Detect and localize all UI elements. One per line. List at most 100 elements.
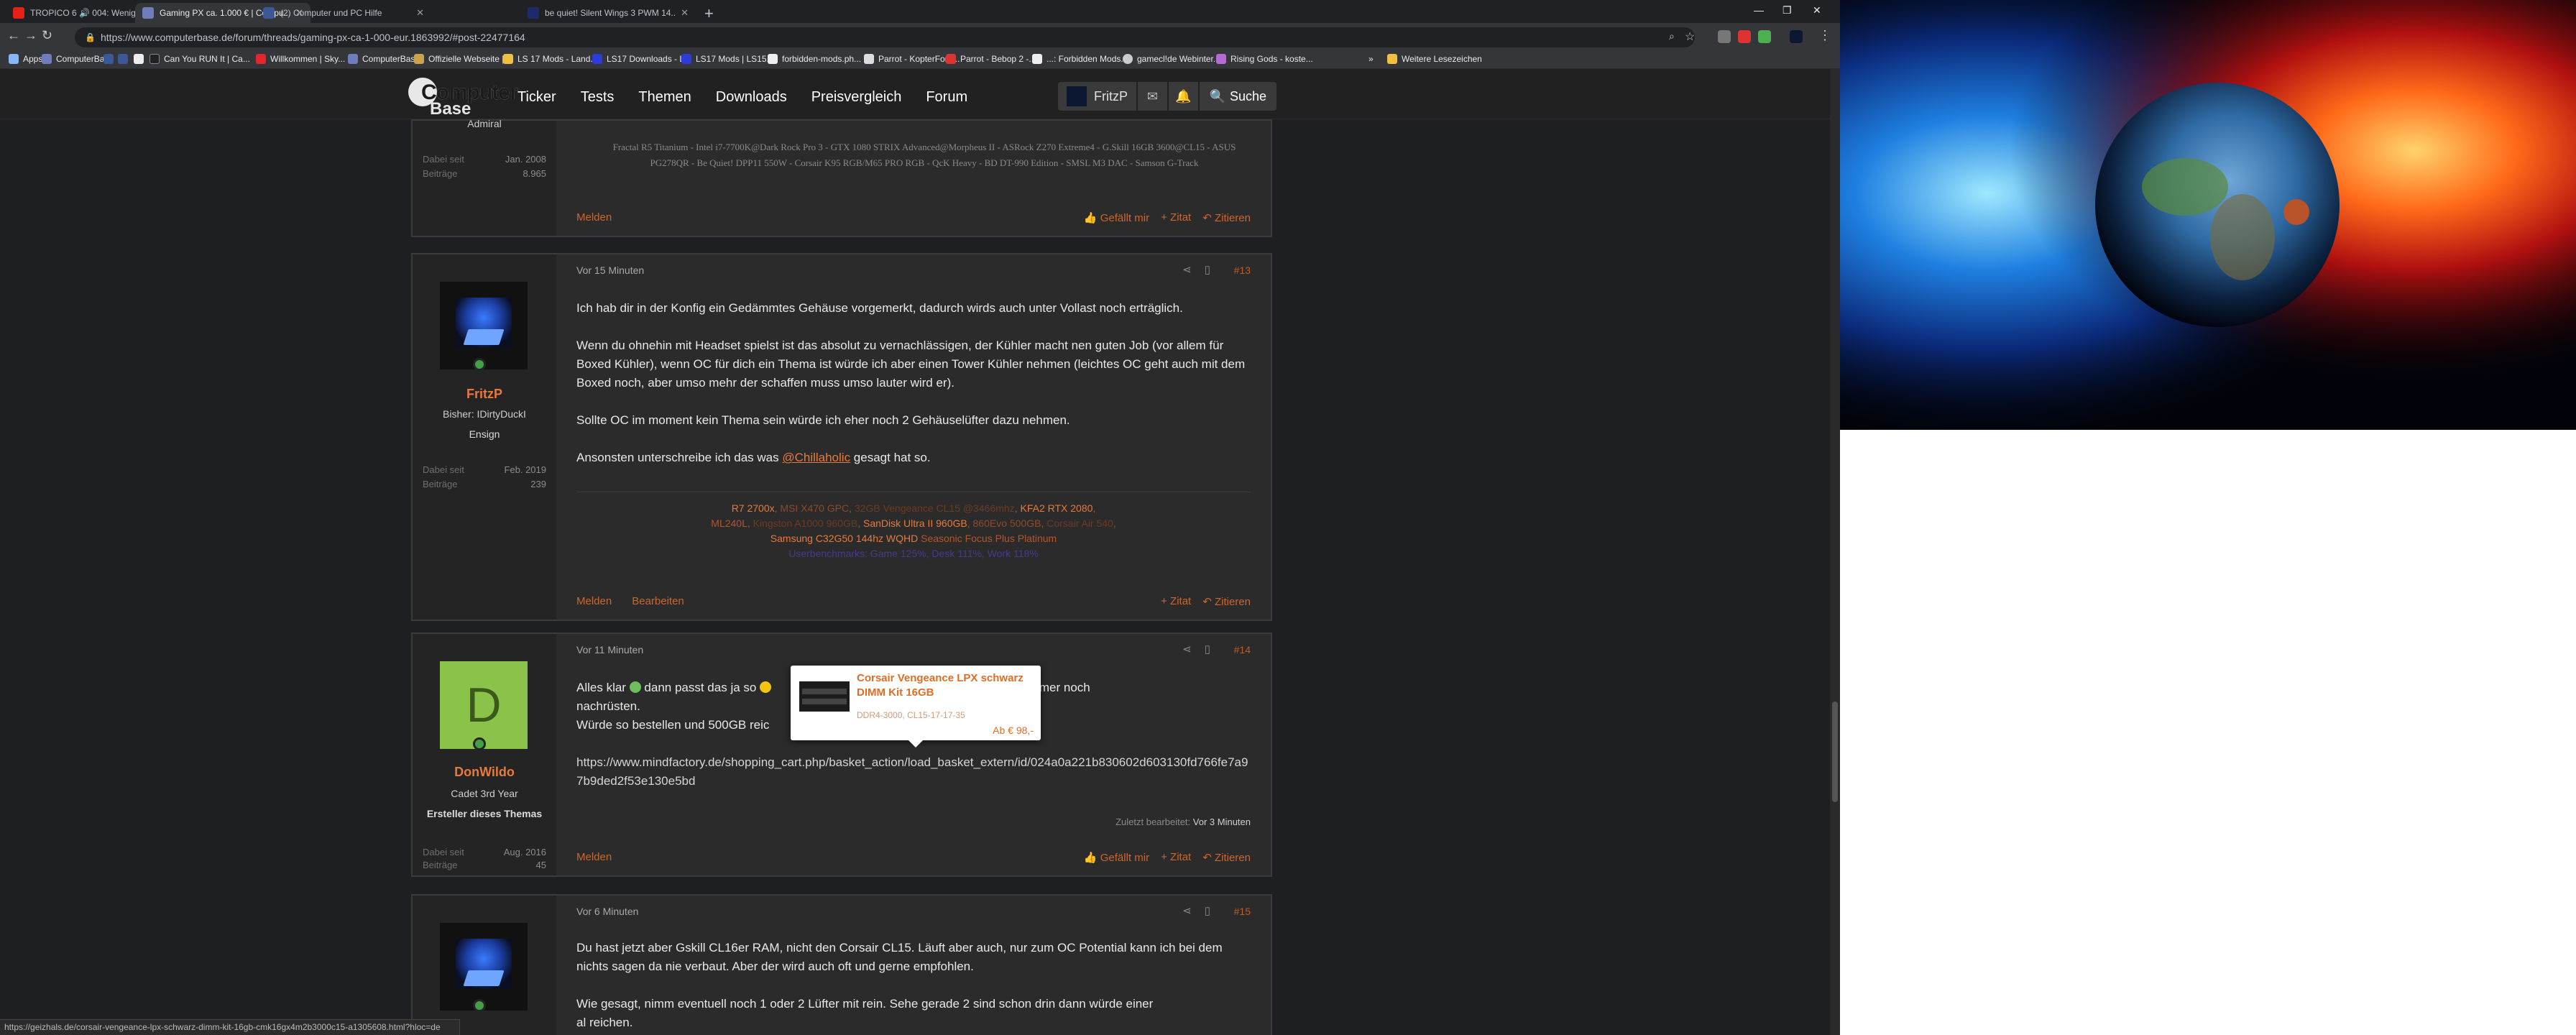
product-tooltip[interactable]: Corsair Vengeance LPX schwarz DIMM Kit 1… bbox=[791, 666, 1041, 748]
post-time[interactable]: Vor 11 Minuten bbox=[576, 644, 643, 656]
mail-icon[interactable]: ✉ bbox=[1138, 82, 1167, 111]
signature-part[interactable]: Seasonic Focus Plus Platinum bbox=[921, 533, 1057, 544]
nav-downloads[interactable]: Downloads bbox=[716, 89, 787, 106]
nav-tests[interactable]: Tests bbox=[581, 89, 615, 106]
signature-part[interactable]: , bbox=[857, 518, 863, 529]
post-time[interactable]: Vor 15 Minuten bbox=[576, 264, 644, 276]
scrollbar-thumb[interactable] bbox=[1832, 702, 1838, 802]
avatar[interactable] bbox=[440, 923, 528, 1011]
username[interactable]: FritzP bbox=[413, 387, 556, 402]
close-window-icon[interactable]: ✕ bbox=[1813, 4, 1821, 17]
bookmark[interactable]: LS17 Downloads - L... bbox=[592, 54, 691, 64]
post-time[interactable]: Vor 6 Minuten bbox=[576, 906, 638, 917]
other-bookmarks[interactable]: Weitere Lesezeichen bbox=[1387, 54, 1482, 64]
like-link[interactable]: 👍 Gefällt mir bbox=[1084, 851, 1149, 864]
bookmark[interactable]: ComputerBase bbox=[348, 54, 420, 64]
signature-part[interactable]: , bbox=[1092, 502, 1095, 514]
reload-icon[interactable]: ↻ bbox=[42, 28, 52, 43]
product-title[interactable]: Corsair Vengeance LPX schwarz DIMM Kit 1… bbox=[857, 671, 1035, 700]
bookmark[interactable]: LS17 Mods | LS15... bbox=[681, 54, 774, 64]
nav-ticker[interactable]: Ticker bbox=[518, 89, 556, 106]
bookmark[interactable]: Rising Gods - koste... bbox=[1216, 54, 1313, 64]
report-link[interactable]: Melden bbox=[576, 211, 612, 224]
quote-link[interactable]: + Zitat bbox=[1161, 851, 1191, 864]
new-tab-icon[interactable]: + bbox=[704, 4, 714, 23]
bookmark[interactable]: Parrot - Bebop 2 -... bbox=[946, 54, 1036, 64]
menu-icon[interactable]: ⋮ bbox=[1818, 28, 1831, 43]
share-icon[interactable]: ⋖ bbox=[1182, 904, 1192, 917]
avatar[interactable]: D bbox=[440, 661, 528, 749]
quote-link[interactable]: + Zitat bbox=[1161, 211, 1191, 224]
page-scrollbar[interactable] bbox=[1830, 69, 1840, 1035]
like-link[interactable]: 👍 Gefällt mir bbox=[1084, 211, 1149, 224]
close-icon[interactable]: ✕ bbox=[681, 7, 689, 19]
signature-part[interactable]: 32GB Vengeance CL15 @3466mhz bbox=[855, 502, 1015, 514]
signature-part[interactable]: KFA2 RTX 2080 bbox=[1020, 502, 1092, 514]
share-icon[interactable]: ⋖ bbox=[1182, 263, 1192, 276]
tab-facebook[interactable]: (2) Computer und PC Hilfe ✕ bbox=[256, 3, 431, 23]
search-button[interactable]: 🔍 Suche bbox=[1199, 82, 1276, 111]
reply-quote-link[interactable]: ↶ Zitieren bbox=[1202, 595, 1251, 608]
signature-part[interactable]: 860Evo 500GB bbox=[973, 518, 1041, 529]
reply-quote-link[interactable]: ↶ Zitieren bbox=[1202, 851, 1251, 864]
back-icon[interactable]: ← bbox=[7, 28, 20, 43]
signature-part[interactable]: Kingston A1000 960GB bbox=[753, 518, 858, 529]
bookmark[interactable]: Willkommen | Sky... bbox=[256, 54, 345, 64]
bell-icon[interactable]: 🔔 bbox=[1168, 82, 1198, 111]
user-mention[interactable]: @Chillaholic bbox=[782, 451, 850, 464]
signature-part[interactable]: Samsung C32G50 144hz WQHD bbox=[770, 533, 918, 544]
edit-link[interactable]: Bearbeiten bbox=[632, 595, 684, 607]
bookmark-icon[interactable]: ▯ bbox=[1205, 643, 1210, 656]
bookmark[interactable]: gamecl!de Webinter... bbox=[1123, 54, 1220, 64]
bookmark-icon-only[interactable] bbox=[134, 54, 148, 64]
maximize-icon[interactable]: ❐ bbox=[1782, 4, 1792, 17]
quote-link[interactable]: + Zitat bbox=[1161, 595, 1191, 608]
report-link[interactable]: Melden bbox=[576, 595, 612, 607]
computerbase-logo[interactable]: Computer Base bbox=[408, 76, 518, 119]
close-icon[interactable]: ✕ bbox=[416, 7, 424, 19]
bookmark[interactable]: Offizielle Webseite |... bbox=[414, 54, 511, 64]
nav-preisvergleich[interactable]: Preisvergleich bbox=[811, 89, 902, 106]
basket-link[interactable]: https://www.mindfactory.de/shopping_cart… bbox=[576, 753, 1251, 791]
nav-forum[interactable]: Forum bbox=[926, 89, 967, 106]
avatar[interactable] bbox=[440, 282, 528, 369]
share-icon[interactable]: ⋖ bbox=[1182, 643, 1192, 656]
bookmark-icon[interactable]: ▯ bbox=[1205, 904, 1210, 917]
signature-part[interactable]: R7 2700x bbox=[732, 502, 775, 514]
reply-quote-link[interactable]: ↶ Zitieren bbox=[1202, 211, 1251, 224]
username[interactable]: DonWildo bbox=[413, 765, 556, 780]
signature-part[interactable]: , bbox=[748, 518, 753, 529]
post-number[interactable]: #14 bbox=[1234, 644, 1251, 656]
nav-themen[interactable]: Themen bbox=[638, 89, 691, 106]
address-bar[interactable]: 🔒 https://www.computerbase.de/forum/thre… bbox=[75, 27, 1695, 47]
bookmark[interactable]: ...: Forbidden Mods... bbox=[1032, 54, 1128, 64]
star-icon[interactable]: ☆ bbox=[1685, 29, 1695, 44]
bookmark[interactable]: Can You RUN It | Ca... bbox=[150, 54, 250, 64]
extension-icon[interactable] bbox=[1758, 30, 1771, 43]
bookmark-icon-only[interactable] bbox=[118, 54, 132, 64]
signature-part[interactable]: ML240L bbox=[711, 518, 748, 529]
signature-part[interactable]: , bbox=[1113, 518, 1116, 529]
signature-part[interactable]: SanDisk Ultra II 960GB bbox=[863, 518, 967, 529]
bookmark[interactable]: forbidden-mods.ph... bbox=[768, 54, 861, 64]
signature-part[interactable]: Corsair Air 540 bbox=[1046, 518, 1113, 529]
signature-part[interactable]: MSI X470 GPC bbox=[780, 502, 849, 514]
post-number[interactable]: #13 bbox=[1234, 264, 1251, 276]
signature-part[interactable]: , bbox=[967, 518, 973, 529]
user-menu[interactable]: FritzP bbox=[1058, 82, 1136, 111]
bookmark-apps[interactable]: Apps bbox=[9, 54, 42, 64]
extension-icon[interactable] bbox=[1738, 30, 1751, 43]
bookmark[interactable]: LS 17 Mods - Land... bbox=[503, 54, 597, 64]
report-link[interactable]: Melden bbox=[576, 851, 612, 863]
forward-icon[interactable]: → bbox=[24, 28, 37, 43]
zoom-icon[interactable]: ⌕ bbox=[1669, 30, 1675, 42]
minimize-icon[interactable]: — bbox=[1754, 4, 1764, 16]
post-number[interactable]: #15 bbox=[1234, 906, 1251, 917]
bookmark-icon[interactable]: ▯ bbox=[1205, 263, 1210, 276]
bookmarks-more[interactable]: » bbox=[1368, 54, 1374, 64]
profile-icon[interactable] bbox=[1790, 30, 1803, 43]
extension-icon[interactable] bbox=[1718, 30, 1731, 43]
signature-part[interactable]: , bbox=[849, 502, 855, 514]
bookmark-icon-only[interactable] bbox=[104, 54, 118, 64]
tab-bequiet[interactable]: be quiet! Silent Wings 3 PWM 14... ✕ bbox=[520, 3, 696, 23]
